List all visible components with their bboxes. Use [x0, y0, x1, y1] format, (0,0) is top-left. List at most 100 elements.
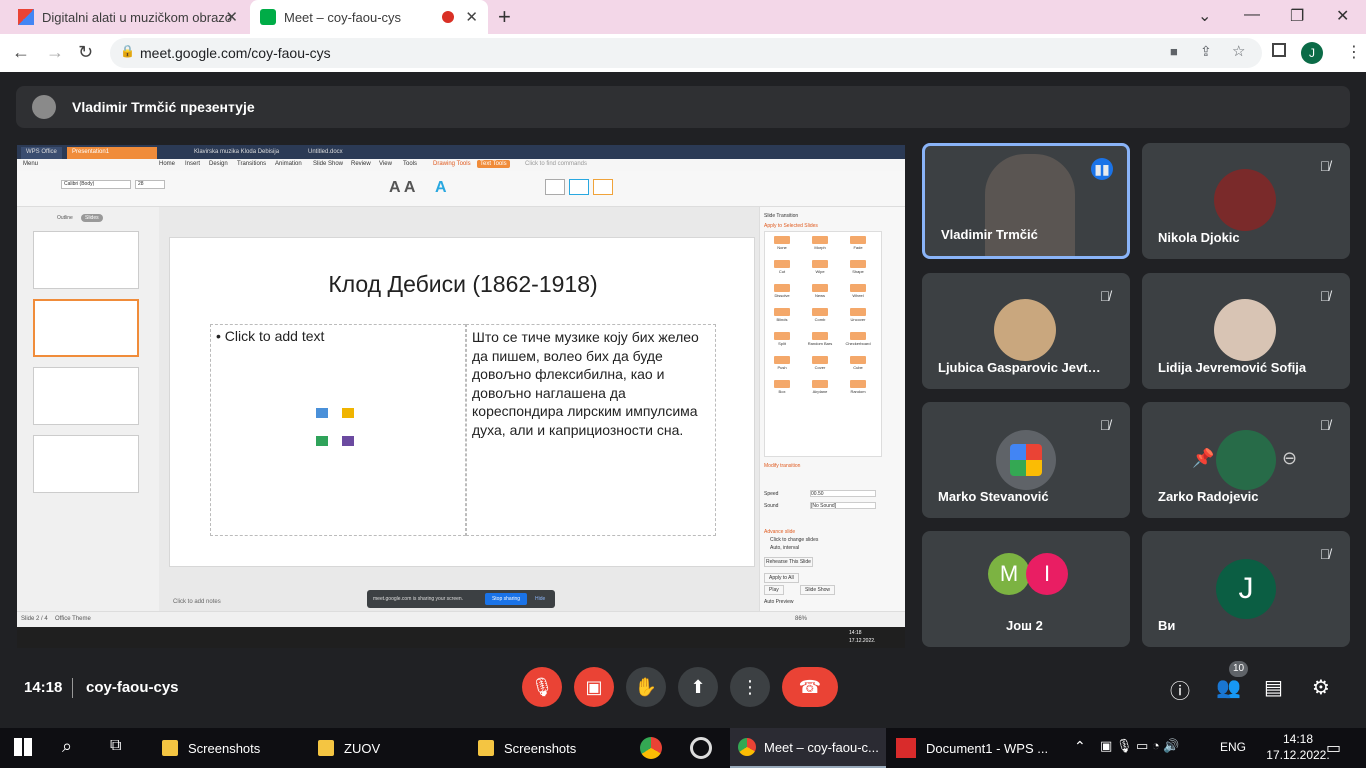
folder-icon — [162, 740, 178, 756]
wps-tab-bar: WPS Office Presentation1 Klavirska muzik… — [17, 145, 905, 159]
speed-field[interactable]: 00.50 — [810, 490, 876, 497]
tab-search-icon[interactable]: ⌄ — [1198, 6, 1211, 26]
back-icon[interactable]: ← — [12, 42, 30, 63]
chevron-up-icon[interactable]: ⌃ — [1074, 738, 1086, 755]
close-tab-icon[interactable]: ✕ — [225, 8, 238, 26]
reload-icon[interactable]: ↻ — [78, 42, 93, 63]
activities-icon[interactable]: ⚙ — [1312, 675, 1330, 700]
modify-transition: Modify transition — [764, 463, 801, 469]
participant-tile-self[interactable]: J 🎙̸ Ви — [1142, 531, 1350, 647]
start-icon[interactable] — [14, 738, 32, 756]
camera-icon[interactable]: ■ — [1170, 44, 1178, 59]
close-window-button[interactable]: ✕ — [1336, 6, 1349, 26]
chrome-icon[interactable] — [640, 737, 662, 759]
obs-icon[interactable] — [690, 737, 712, 759]
minimize-button[interactable]: — — [1244, 6, 1260, 24]
wps-menu-item: Home — [159, 161, 176, 167]
mic-toggle-button[interactable]: 🎙 — [522, 667, 562, 707]
participant-tile[interactable]: 🎙̸ Nikola Djokic — [1142, 143, 1350, 259]
speaker-video — [985, 154, 1075, 256]
wps-menu-item: Design — [209, 161, 228, 167]
pin-icon[interactable]: 📌 — [1192, 448, 1214, 469]
avatar: J — [1216, 559, 1276, 619]
remove-icon[interactable]: ⊖ — [1282, 448, 1297, 469]
stop-sharing-button[interactable]: Stop sharing — [485, 593, 527, 605]
share-icon[interactable]: ⇪ — [1200, 43, 1212, 60]
shared-clock: 14:18 — [849, 630, 862, 636]
taskbar-item[interactable]: Screenshots — [156, 728, 306, 768]
hide-button[interactable]: Hide — [535, 596, 545, 602]
participant-tile[interactable]: 📌 ⊖ 🎙̸ Zarko Radojevic — [1142, 402, 1350, 518]
people-icon[interactable]: 👥 — [1216, 675, 1241, 700]
info-icon[interactable]: ⓘ — [1170, 675, 1190, 704]
taskbar-item[interactable]: ZUOV — [312, 728, 462, 768]
transition-item: Fade — [853, 245, 863, 250]
transition-grid: None Morph Fade Cut Wipe Shape Dissolve … — [764, 231, 882, 457]
avatar — [996, 430, 1056, 490]
divider — [72, 678, 73, 698]
shape-style — [593, 179, 613, 195]
participant-tile[interactable]: 🎙̸ Lidija Jevremović Sofija — [1142, 273, 1350, 389]
taskbar-item-active[interactable]: Meet – coy-faou-c... — [730, 728, 886, 768]
transition-item: Dissolve — [774, 293, 790, 298]
language-indicator[interactable]: ENG — [1220, 740, 1246, 754]
font-size-box: 28 — [135, 180, 165, 189]
tab-meet[interactable]: Meet – coy-faou-cys ✕ — [250, 0, 488, 34]
taskbar-label: Screenshots — [188, 740, 261, 756]
slide-thumbnail-4 — [33, 435, 139, 493]
participant-tile-more[interactable]: M I Још 2 — [922, 531, 1130, 647]
insert-picture-icon — [316, 408, 328, 418]
task-view-icon[interactable]: ⧉ — [110, 737, 121, 755]
slide-thumbnail-1 — [33, 231, 139, 289]
auto-preview[interactable]: Auto Preview — [764, 599, 793, 605]
meeting-time: 14:18 — [24, 679, 63, 696]
tray-icons[interactable]: ▣ 🎙 ▭ ◔ 🔊 — [1100, 738, 1180, 754]
participant-tile-speaker[interactable]: ▮▮ Vladimir Trmčić — [922, 143, 1130, 259]
close-tab-icon[interactable]: ✕ — [465, 8, 478, 26]
wps-find-commands: Click to find commands — [525, 161, 588, 167]
slides-tab: Slides — [81, 214, 103, 222]
taskbar-item[interactable]: Screenshots — [472, 728, 622, 768]
meet-icon — [260, 9, 276, 25]
raise-hand-button[interactable]: ✋ — [626, 667, 666, 707]
side-panel-icon[interactable] — [1272, 43, 1286, 57]
theme-name: Office Theme — [55, 616, 91, 622]
transition-item: None — [777, 245, 787, 250]
present-button[interactable]: ⬆ — [678, 667, 718, 707]
camera-toggle-button[interactable]: ▣ — [574, 667, 614, 707]
wps-menu-item: Review — [351, 161, 371, 167]
notifications-icon[interactable]: ▭ — [1326, 738, 1341, 758]
chat-icon[interactable]: ▤ — [1264, 675, 1283, 700]
transition-title: Slide Transition — [764, 213, 799, 219]
wps-menu: Menu — [23, 161, 39, 167]
on-click-checkbox[interactable]: Click to change slides — [770, 537, 818, 543]
address-bar[interactable]: 🔒 meet.google.com/coy-faou-cys ■ ⇪ ☆ — [110, 38, 1262, 68]
participant-tile[interactable]: 🎙̸ Ljubica Gasparovic Jevt… — [922, 273, 1130, 389]
participant-name: Nikola Djokic — [1158, 230, 1240, 245]
transition-item: Comb — [814, 317, 826, 322]
taskbar-time[interactable]: 14:18 — [1268, 732, 1328, 746]
taskbar-date[interactable]: 17.12.2022. — [1262, 748, 1334, 762]
more-options-button[interactable]: ⋮ — [730, 667, 770, 707]
forward-icon[interactable]: → — [46, 42, 64, 63]
sound-field[interactable]: [No Sound] — [810, 502, 876, 509]
participant-tile[interactable]: 🎙̸ Marko Stevanović — [922, 402, 1130, 518]
recording-icon — [442, 11, 454, 23]
rehearse-button[interactable]: Rehearse This Slide — [764, 557, 813, 567]
taskbar-item[interactable]: Document1 - WPS ... — [890, 728, 1050, 768]
tab-gmail[interactable]: Digitalni alati u muzičkom obrazo ✕ — [8, 0, 248, 34]
end-call-button[interactable]: ☎ — [782, 667, 838, 707]
profile-avatar[interactable]: J — [1301, 42, 1323, 64]
zoom-level: 86% — [795, 616, 808, 622]
participant-name: Lidija Jevremović Sofija — [1158, 360, 1307, 375]
auto-checkbox[interactable]: Auto, interval — [770, 545, 799, 551]
slideshow-button[interactable]: Slide Show — [800, 585, 836, 595]
transition-item: Airplane — [812, 389, 828, 394]
play-button[interactable]: Play — [764, 585, 784, 595]
search-icon[interactable]: ⌕ — [62, 736, 72, 757]
bookmark-star-icon[interactable]: ☆ — [1232, 42, 1245, 60]
apply-all-button[interactable]: Apply to All — [764, 573, 799, 583]
more-menu-icon[interactable]: ⋮ — [1346, 42, 1362, 62]
restore-button[interactable]: ❐ — [1290, 6, 1304, 26]
new-tab-button[interactable]: + — [498, 4, 511, 30]
